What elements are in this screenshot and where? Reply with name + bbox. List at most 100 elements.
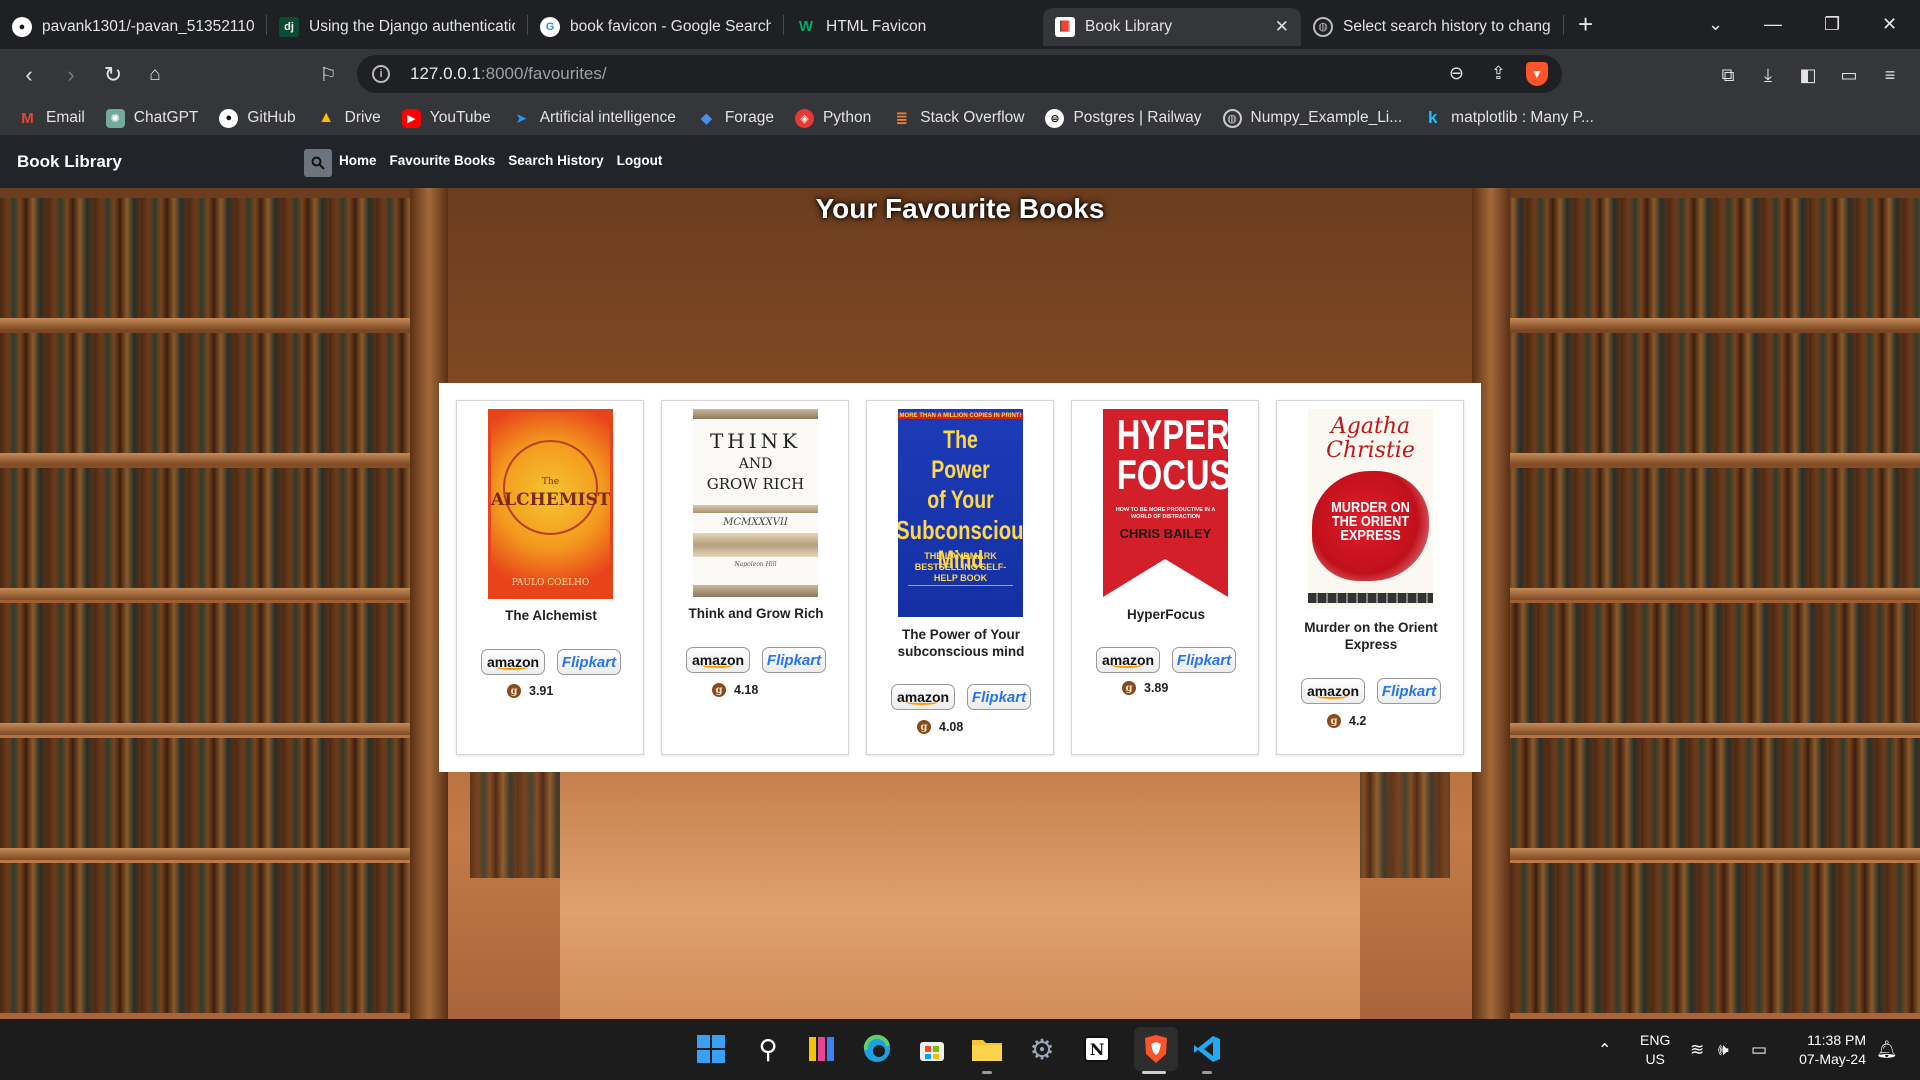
- share-icon[interactable]: ⇪: [1491, 63, 1506, 84]
- tab-title: Select search history to change: [1343, 17, 1551, 35]
- edge-icon[interactable]: [860, 1032, 894, 1066]
- store-icon[interactable]: [915, 1032, 949, 1066]
- downloads-icon[interactable]: ⤓: [1753, 60, 1783, 90]
- browser-tab-active[interactable]: 📕 Book Library ✕: [1043, 7, 1301, 46]
- flipkart-button[interactable]: Flipkart: [557, 649, 621, 675]
- address-bar[interactable]: i 127.0.0.1:8000/favourites/ ⊖ ⇪ ▼: [357, 55, 1562, 93]
- cover-text: ALCHEMIST: [491, 490, 611, 510]
- wifi-icon[interactable]: ≋: [1690, 1019, 1704, 1080]
- notifications-icon[interactable]: 🔔︎: [1876, 1019, 1898, 1080]
- close-tab-icon[interactable]: ✕: [1275, 17, 1289, 37]
- book-card: HYPER FOCUS HOW TO BE MORE PRODUCTIVE IN…: [1071, 400, 1259, 755]
- search-button[interactable]: [304, 149, 332, 177]
- menu-icon[interactable]: ≡: [1875, 60, 1905, 90]
- flipkart-button[interactable]: Flipkart: [1377, 678, 1441, 704]
- cover-text: FOCUS: [1116, 451, 1228, 498]
- book-card: THINK AND GROW RICH MCMXXXVII Napoleon H…: [661, 400, 849, 755]
- book-title: The Alchemist: [505, 608, 597, 623]
- bookmark-numpy[interactable]: ◍ Numpy_Example_Li...: [1222, 108, 1402, 128]
- cover-text: Napoleon Hill: [734, 561, 777, 568]
- nav-search-history-link[interactable]: Search History: [508, 153, 603, 168]
- flipkart-button[interactable]: Flipkart: [762, 647, 826, 673]
- bookmark-railway[interactable]: ⊜ Postgres | Railway: [1045, 108, 1202, 128]
- close-window-button[interactable]: ✕: [1882, 0, 1897, 49]
- shop-links: amazon Flipkart: [891, 684, 1031, 710]
- github-icon: ●: [12, 16, 32, 37]
- amazon-button[interactable]: amazon: [1301, 678, 1365, 704]
- flipkart-button[interactable]: Flipkart: [967, 684, 1031, 710]
- bookmark-github[interactable]: ● GitHub: [219, 108, 296, 128]
- bookmark-icon[interactable]: ⚐: [313, 60, 343, 90]
- restore-button[interactable]: ❐: [1824, 0, 1840, 49]
- flipkart-button[interactable]: Flipkart: [1172, 647, 1236, 673]
- bookmark-python[interactable]: ◈ Python: [794, 108, 871, 128]
- site-brand[interactable]: Book Library: [17, 152, 122, 172]
- browser-tab[interactable]: ● pavank1301/-pavan_513521104: [0, 8, 266, 46]
- browser-tab[interactable]: G book favicon - Google Search: [528, 8, 783, 46]
- bookmark-email[interactable]: M Email: [18, 109, 85, 128]
- notion-icon[interactable]: N: [1080, 1032, 1114, 1066]
- book-title: Murder on the Orient Express: [1304, 620, 1438, 652]
- w3schools-icon: W: [798, 18, 814, 35]
- book-cover-image[interactable]: HYPER FOCUS HOW TO BE MORE PRODUCTIVE IN…: [1103, 409, 1228, 597]
- shop-links: amazon Flipkart: [1301, 678, 1441, 704]
- tab-title: Book Library: [1085, 17, 1173, 35]
- nav-home-link[interactable]: Home: [339, 153, 377, 168]
- reload-button[interactable]: ↻: [98, 60, 128, 90]
- bookmark-chatgpt[interactable]: ✺ ChatGPT: [105, 108, 198, 128]
- language-indicator[interactable]: ENG US: [1640, 1019, 1670, 1080]
- browser-tab[interactable]: dj Using the Django authenticatio: [267, 8, 527, 46]
- site-info-icon[interactable]: i: [372, 65, 390, 83]
- book-cover-image[interactable]: THINK AND GROW RICH MCMXXXVII Napoleon H…: [693, 409, 818, 597]
- cover-text: The: [541, 477, 560, 487]
- amazon-button[interactable]: amazon: [481, 649, 545, 675]
- browser-tab[interactable]: ◍ Select search history to change: [1301, 8, 1563, 46]
- volume-icon[interactable]: 🕪: [1718, 1019, 1729, 1080]
- wallet-icon[interactable]: ▭: [1834, 60, 1864, 90]
- book-cover-image[interactable]: MORE THAN A MILLION COPIES IN PRINT! The…: [898, 409, 1023, 617]
- vscode-icon[interactable]: [1190, 1032, 1224, 1066]
- bookmark-stackoverflow[interactable]: ≣ Stack Overflow: [892, 109, 1024, 128]
- bookmark-label: Stack Overflow: [920, 109, 1025, 126]
- amazon-button[interactable]: amazon: [686, 647, 750, 673]
- shop-links: amazon Flipkart: [1096, 647, 1236, 673]
- stackoverflow-icon: ≣: [895, 110, 909, 127]
- windows-icon: [697, 1035, 725, 1063]
- shop-links: amazon Flipkart: [686, 647, 826, 673]
- browser-tab[interactable]: W HTML Favicon: [784, 8, 1039, 46]
- show-hidden-icons[interactable]: ⌃: [1598, 1019, 1611, 1080]
- bookmark-youtube[interactable]: ▶ YouTube: [401, 108, 491, 128]
- book-cover-image[interactable]: Agatha Christie MURDER ON THE ORIENT EXP…: [1308, 409, 1433, 609]
- new-tab-button[interactable]: +: [1578, 9, 1593, 40]
- clock[interactable]: 11:38 PM 07-May-24: [1790, 1019, 1866, 1080]
- clock-time: 11:38 PM: [1807, 1031, 1866, 1048]
- battery-icon[interactable]: ▭: [1751, 1019, 1767, 1080]
- book-cover-image[interactable]: The ALCHEMIST PAULO COELHO: [488, 409, 613, 599]
- widgets-icon[interactable]: [805, 1032, 839, 1066]
- bookmark-drive[interactable]: ▲ Drive: [317, 109, 381, 128]
- forward-button[interactable]: ›: [56, 60, 86, 90]
- file-explorer-icon[interactable]: [970, 1032, 1004, 1066]
- zoom-icon[interactable]: ⊖: [1449, 63, 1464, 84]
- cover-text: MCMXXXVII: [723, 517, 788, 528]
- tab-search-icon[interactable]: ⌄: [1708, 0, 1723, 49]
- search-icon[interactable]: ⚲: [751, 1032, 785, 1066]
- nav-logout-link[interactable]: Logout: [617, 153, 663, 168]
- home-icon[interactable]: ⌂: [140, 60, 170, 90]
- settings-icon[interactable]: ⚙: [1025, 1032, 1059, 1066]
- start-button[interactable]: [694, 1032, 728, 1066]
- extensions-icon[interactable]: ⧉: [1713, 60, 1743, 90]
- minimize-button[interactable]: —: [1764, 0, 1782, 49]
- bookmark-matplotlib[interactable]: k matplotlib : Many P...: [1423, 108, 1594, 128]
- brave-shields-icon[interactable]: ▼: [1526, 62, 1548, 86]
- sidebar-icon[interactable]: ◧: [1793, 60, 1823, 90]
- brave-browser-icon[interactable]: [1134, 1027, 1178, 1071]
- bookmark-forage[interactable]: ◆ Forage: [697, 109, 774, 128]
- bookmark-ai[interactable]: ➤ Artificial intelligence: [512, 109, 676, 128]
- amazon-button[interactable]: amazon: [891, 684, 955, 710]
- back-button[interactable]: ‹: [14, 60, 44, 90]
- nav-favourites-link[interactable]: Favourite Books: [390, 153, 496, 168]
- windows-taskbar: ⚲ ⚙ N ⌃ ENG US ≋ 🕪 ▭ 11:38 PM 07-May-24 …: [0, 1019, 1920, 1080]
- cover-text: Subconscious: [898, 515, 1023, 545]
- amazon-button[interactable]: amazon: [1096, 647, 1160, 673]
